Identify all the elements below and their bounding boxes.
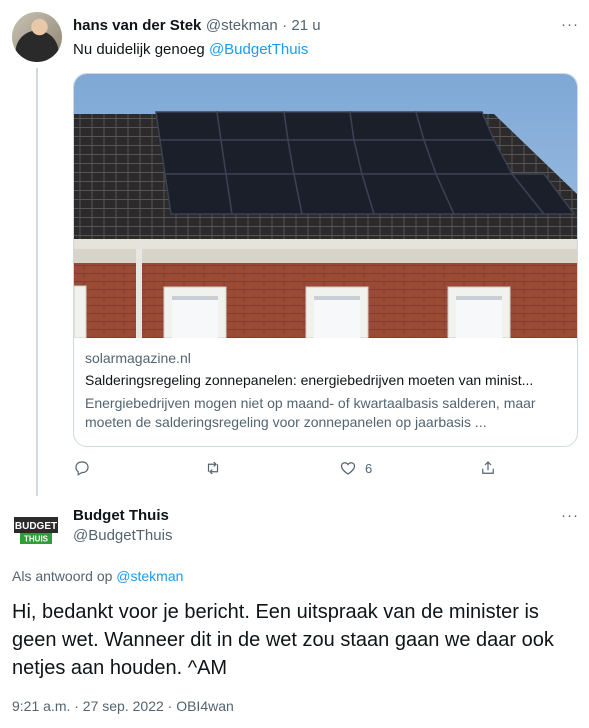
svg-text:THUIS: THUIS: [24, 535, 49, 544]
tweet-meta[interactable]: 9:21 a.m. · 27 sep. 2022 · OBI4wan: [12, 698, 234, 714]
author-handle[interactable]: @BudgetThuis: [73, 527, 172, 544]
avatar-budgetthuis[interactable]: BUDGET THUIS: [12, 507, 62, 557]
avatar-hans[interactable]: [12, 12, 62, 62]
card-description: Energiebedrijven mogen niet op maand- of…: [85, 395, 536, 430]
card-title: Salderingsregeling zonnepanelen: energie…: [85, 372, 534, 388]
card-domain: solarmagazine.nl: [85, 350, 191, 366]
mention-link[interactable]: @BudgetThuis: [209, 41, 308, 58]
card-image: [74, 74, 577, 338]
share-button[interactable]: [479, 459, 497, 477]
author-name[interactable]: hans van der Stek: [73, 17, 201, 34]
link-card[interactable]: solarmagazine.nl Salderingsregeling zonn…: [73, 73, 578, 447]
tweet-time[interactable]: · 21 u: [282, 17, 320, 34]
reply-prefix: Als antwoord op: [12, 568, 117, 584]
tweet1-text: Nu duidelijk genoeg @BudgetThuis: [73, 41, 308, 58]
like-button[interactable]: 6: [339, 459, 372, 477]
author-handle[interactable]: @stekman: [206, 17, 278, 34]
reply-context: Als antwoord op @stekman: [12, 568, 183, 584]
tweet1-header: hans van der Stek @stekman · 21 u: [73, 17, 321, 35]
thread-line: [36, 68, 38, 496]
reply-to-link[interactable]: @stekman: [116, 568, 183, 584]
reply-icon: [75, 461, 89, 476]
share-icon: [482, 461, 494, 474]
author-name[interactable]: Budget Thuis: [73, 507, 169, 524]
card-text: solarmagazine.nl Salderingsregeling zonn…: [85, 350, 565, 432]
svg-text:BUDGET: BUDGET: [15, 521, 57, 532]
like-icon: [340, 462, 356, 475]
tweet-text: Hi, bedankt voor je bericht. Een uitspra…: [12, 601, 554, 679]
retweet-icon: [207, 461, 219, 475]
more-icon[interactable]: ···: [561, 507, 579, 524]
more-icon[interactable]: ···: [561, 16, 579, 33]
retweet-button[interactable]: [204, 459, 222, 477]
like-count: 6: [365, 460, 373, 476]
tweet-text: Nu duidelijk genoeg: [73, 41, 209, 58]
reply-button[interactable]: [73, 459, 91, 477]
